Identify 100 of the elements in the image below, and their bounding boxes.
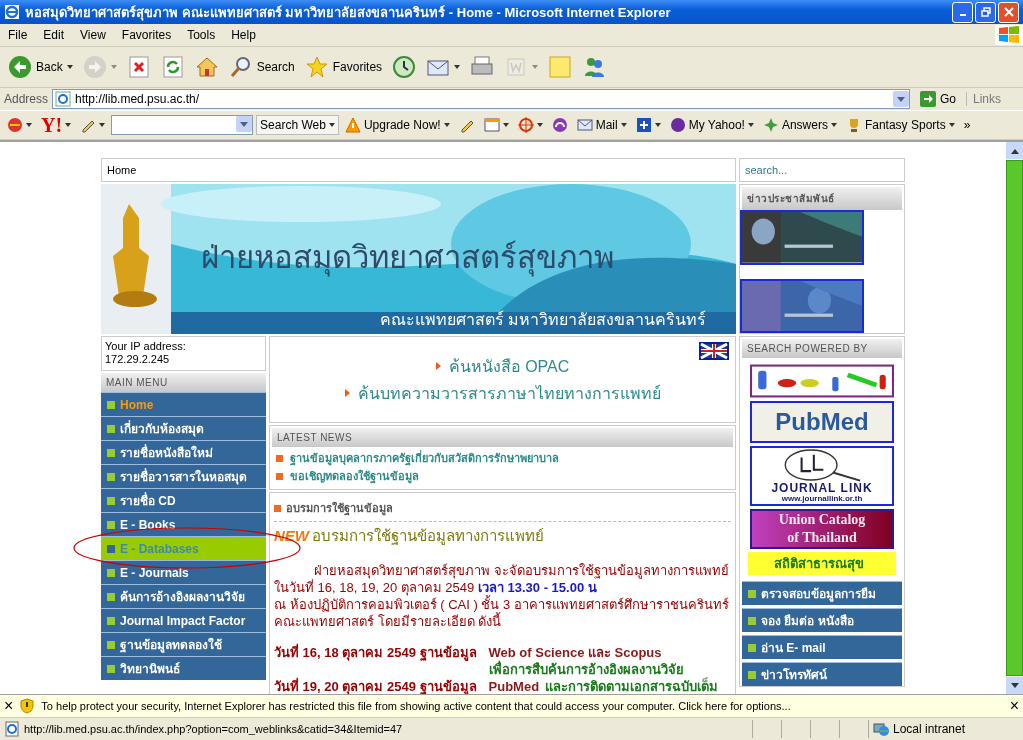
- flag-icon[interactable]: [699, 342, 729, 360]
- time-text: เวลา 13.30 - 15.00 น: [477, 580, 597, 595]
- search-field[interactable]: [111, 115, 254, 135]
- close-button[interactable]: ×: [1009, 697, 1019, 715]
- link[interactable]: ค้นหนังสือ OPAC: [435, 353, 570, 379]
- menu-item[interactable]: File: [0, 28, 36, 42]
- search-button[interactable]: Search: [224, 53, 299, 81]
- yahoo-button[interactable]: Y!: [38, 113, 75, 137]
- caret-icon[interactable]: [948, 123, 955, 127]
- browser-icon: [4, 4, 20, 20]
- mail-button[interactable]: Mail: [573, 115, 630, 135]
- caret-icon[interactable]: [26, 123, 32, 127]
- close-button[interactable]: [998, 1, 1019, 23]
- bullet-icon: [107, 616, 115, 625]
- menu-item[interactable]: E - Journals: [101, 560, 266, 584]
- network-globe-icon: [873, 721, 889, 737]
- search-field[interactable]: search...: [739, 158, 905, 182]
- menu-item[interactable]: เกี่ยวกับห้องสมุด: [101, 416, 266, 440]
- service-item[interactable]: ตรวจสอบข้อมูลการยืม: [742, 581, 902, 605]
- minimize-button[interactable]: [952, 1, 973, 23]
- caret-icon[interactable]: [454, 65, 461, 69]
- chevron-button[interactable]: »: [960, 116, 974, 134]
- service-item[interactable]: ข่าวโทรทัศน์: [742, 662, 902, 686]
- status-text: http://lib.med.psu.ac.th/index.php?option=com_weblinks&catid=34&Itemid=47: [24, 723, 404, 735]
- breadcrumb[interactable]: Home: [107, 164, 137, 176]
- caret-icon[interactable]: [65, 123, 72, 127]
- menu-item[interactable]: รายชื่อวารสารในหอสมุด: [101, 464, 266, 488]
- bullet-icon: [435, 362, 441, 370]
- restore-button[interactable]: [975, 1, 996, 23]
- caret-icon[interactable]: [66, 65, 73, 69]
- home-icon: [194, 55, 219, 79]
- news-link[interactable]: ขอเชิญทดลองใช้ฐานข้อมูล: [272, 467, 733, 485]
- menu-item[interactable]: Journal Impact Factor: [101, 608, 266, 632]
- scroll-thumb[interactable]: [1006, 160, 1023, 676]
- union-catalog-logo[interactable]: Union Catalog of Thailand: [750, 509, 894, 549]
- database-name: Web of Science และ Scopus: [488, 644, 662, 660]
- menu-item[interactable]: ฐานข้อมูลทดลองใช้: [101, 632, 266, 656]
- sparkle-icon: [762, 117, 779, 133]
- panel-header: ข่าวประชาสัมพันธ์: [742, 187, 902, 210]
- close-icon: [1003, 7, 1014, 17]
- bullet-icon: [344, 389, 350, 397]
- journal-link-logo[interactable]: JOURNAL LINK www.journallink.or.th: [750, 446, 894, 506]
- envelope-icon: [576, 117, 593, 133]
- myyahoo-button[interactable]: My Yahoo!: [666, 115, 757, 135]
- bullet-icon: [107, 496, 115, 505]
- bullet-icon: [107, 544, 115, 553]
- caret-icon[interactable]: [443, 123, 450, 127]
- section-header: LATEST NEWS: [272, 428, 733, 447]
- menu-item[interactable]: Favorites: [113, 28, 180, 42]
- chain-logo-drawing[interactable]: [750, 364, 894, 398]
- dropdown-icon[interactable]: [236, 116, 253, 132]
- shield-icon: [19, 698, 36, 714]
- caret-icon[interactable]: [654, 123, 661, 127]
- caret-icon[interactable]: [536, 123, 543, 127]
- close-button[interactable]: ×: [4, 697, 14, 715]
- caret-icon[interactable]: [502, 123, 509, 127]
- caret-icon[interactable]: [328, 123, 335, 127]
- scroll-down-button[interactable]: [1006, 677, 1023, 694]
- dropdown-icon[interactable]: [892, 91, 909, 107]
- menu-item[interactable]: Edit: [35, 28, 73, 42]
- menu-item[interactable]: ค้นการอ้างอิงผลงานวิจัย: [101, 584, 266, 608]
- menu-header: MAIN MENU: [101, 373, 266, 392]
- favorites-button[interactable]: Favorites: [300, 53, 387, 81]
- caret-icon[interactable]: [830, 123, 837, 127]
- answers-button[interactable]: Answers: [759, 115, 840, 135]
- menu-item[interactable]: Help: [223, 28, 264, 42]
- paragraph-text: คณะแพทยศาสตร์ โดยมีรายละเอียด ดังนี้: [274, 613, 503, 630]
- trophy-button[interactable]: Fantasy Sports: [842, 115, 958, 135]
- menu-item[interactable]: View: [72, 28, 114, 42]
- news-link[interactable]: ฐานข้อมูลบุคลากรภาครัฐเกี่ยวกับสวัสดิการรักษาพยาบาล: [272, 449, 733, 467]
- caret-icon[interactable]: [747, 123, 754, 127]
- menu-item[interactable]: E - Books: [101, 512, 266, 536]
- statistics-link[interactable]: สถิติสาธารณสุข: [748, 552, 896, 575]
- go-button[interactable]: Go: [913, 91, 962, 107]
- pubmed-logo[interactable]: PubMed: [750, 401, 894, 443]
- bullet-icon: [107, 472, 115, 481]
- caret-icon[interactable]: [620, 123, 627, 127]
- menu-item[interactable]: รายชื่อ CD: [101, 488, 266, 512]
- service-item[interactable]: อ่าน E- mail: [742, 635, 902, 659]
- scroll-up-button[interactable]: [1006, 142, 1023, 159]
- menu-item[interactable]: วิทยานิพนธ์: [101, 656, 266, 680]
- bullet-icon: [107, 640, 115, 649]
- headline: อบรมการใช้ฐานข้อมูลทางการแพทย์: [312, 526, 544, 547]
- information-bar[interactable]: × To help protect your security, Internet Explorer has restricted this file from showing active content that could access your computer. Click here for options... ×: [0, 694, 1023, 717]
- caret-icon[interactable]: [99, 123, 106, 127]
- search-button-button[interactable]: Search Web: [256, 115, 339, 135]
- link[interactable]: ค้นบทความวารสารภาษาไทยทางการแพทย์: [344, 380, 661, 406]
- address-field[interactable]: http://lib.med.psu.ac.th/: [52, 89, 910, 109]
- back-button[interactable]: Back: [4, 53, 77, 81]
- bullet-icon: [107, 448, 115, 457]
- bullet-icon: [276, 454, 283, 462]
- service-item[interactable]: จอง ยืมต่อ หนังสือ: [742, 608, 902, 632]
- note-icon: [548, 55, 573, 79]
- links-button[interactable]: Links: [966, 92, 1019, 106]
- section-title: อบรมการใช้ฐานข้อมูล: [286, 500, 393, 517]
- paragraph-text: ฝ่ายหอสมุดวิทยาศาสตร์สุขภาพ จะจัดอบรมการใช้ฐานข้อมูลทางการแพทย์: [313, 562, 730, 579]
- headphones-icon: [551, 117, 568, 133]
- menu-item[interactable]: Tools: [179, 28, 224, 42]
- warning-button[interactable]: Upgrade Now!: [341, 115, 453, 135]
- menu-item[interactable]: รายชื่อหนังสือใหม่: [101, 440, 266, 464]
